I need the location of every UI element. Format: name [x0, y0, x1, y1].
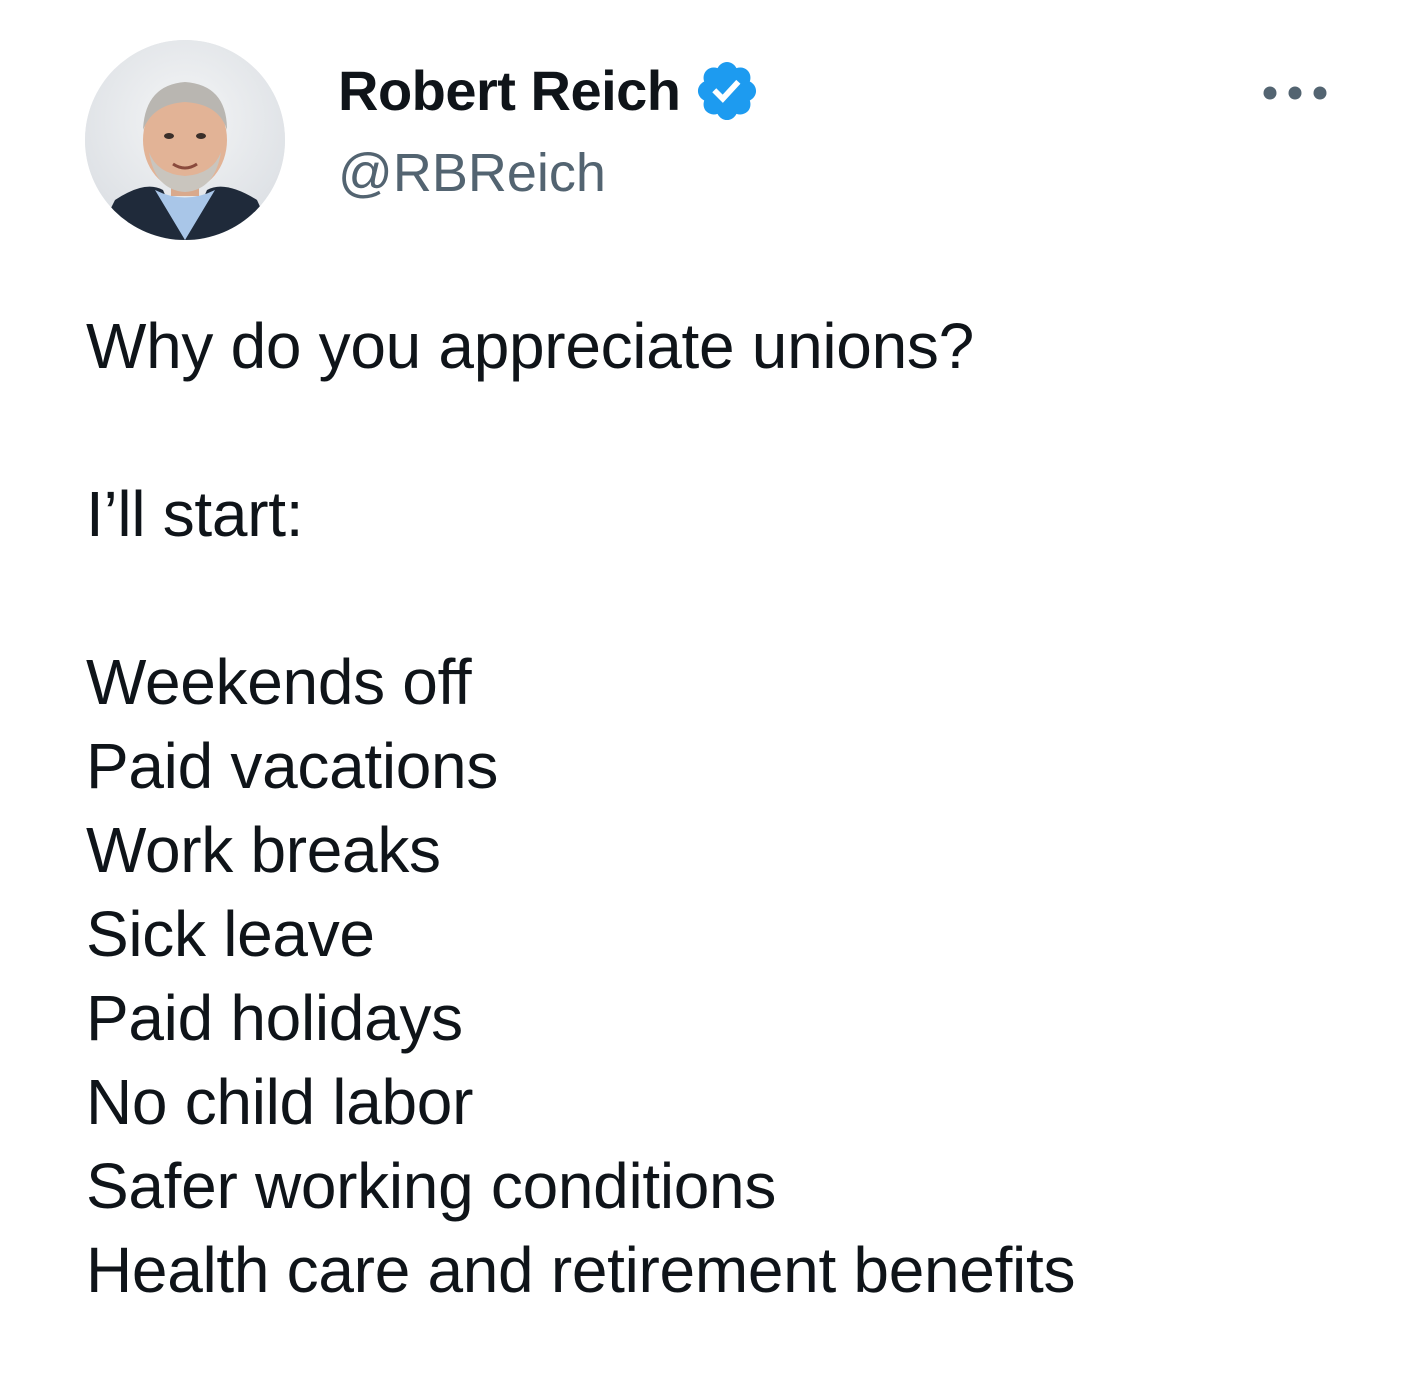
tweet: Robert Reich @RBReich Why do you appreci… — [0, 0, 1417, 1386]
more-options-button[interactable] — [1250, 66, 1340, 120]
avatar-photo-icon — [85, 40, 285, 240]
list-item: Sick leave — [86, 898, 375, 970]
tweet-text: Why do you appreciate unions? I’ll start… — [86, 304, 1376, 1312]
author-handle[interactable]: @RBReich — [338, 140, 606, 206]
list-item: Health care and retirement benefits — [86, 1234, 1076, 1306]
verified-badge-icon[interactable] — [693, 57, 761, 125]
list-item: Safer working conditions — [86, 1150, 777, 1222]
author-name-row[interactable]: Robert Reich — [338, 58, 761, 124]
list-item: Weekends off — [86, 646, 472, 718]
list-item: Paid vacations — [86, 730, 499, 802]
author-name[interactable]: Robert Reich — [338, 58, 681, 124]
list-item: Work breaks — [86, 814, 441, 886]
more-options-icon — [1263, 86, 1327, 100]
list-item: Paid holidays — [86, 982, 463, 1054]
list-item: No child labor — [86, 1066, 474, 1138]
author-avatar[interactable] — [85, 40, 285, 240]
tweet-intro: I’ll start: — [86, 478, 304, 550]
tweet-question: Why do you appreciate unions? — [86, 310, 974, 382]
